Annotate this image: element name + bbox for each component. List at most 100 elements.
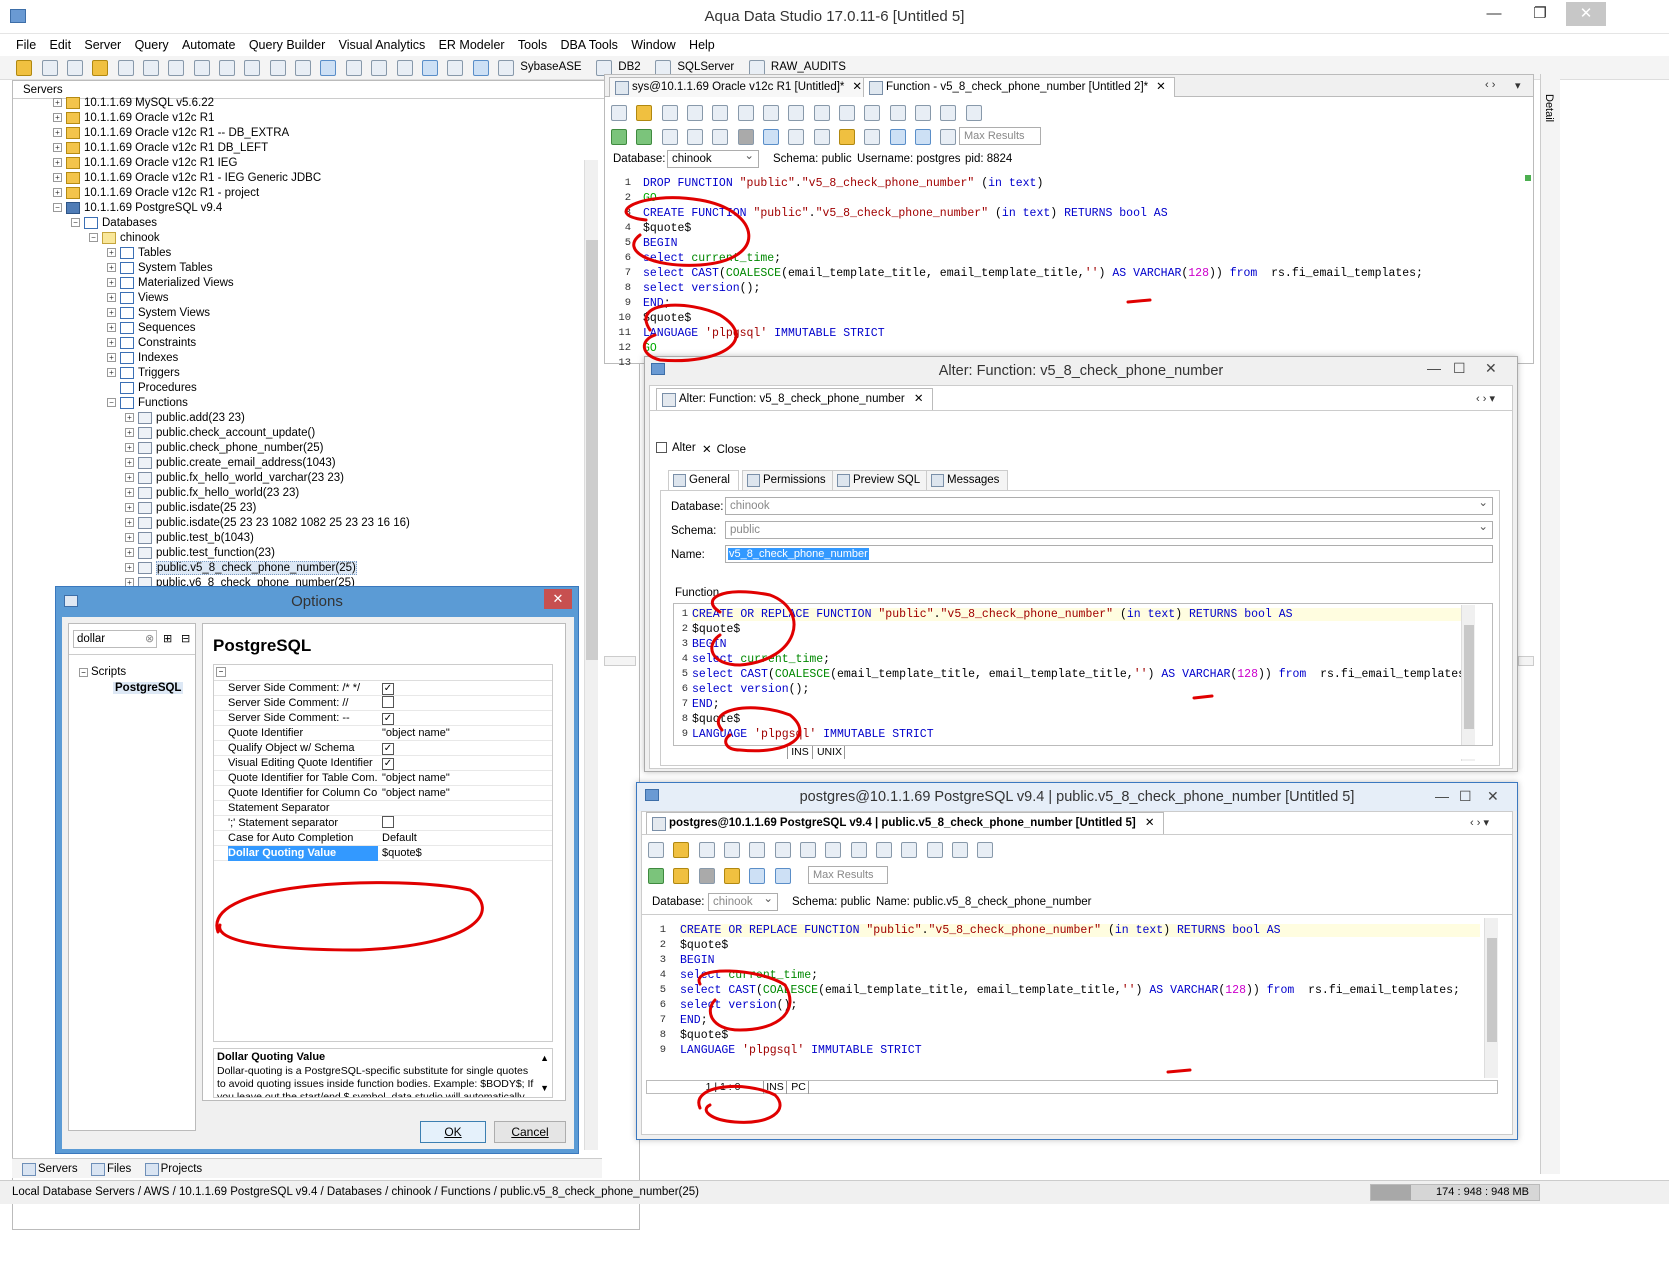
alter-tab-nav-icon[interactable]: ‹ › ▾ — [1476, 392, 1495, 405]
server-sybase-icon[interactable] — [497, 60, 514, 76]
alter-name-input[interactable]: v5_8_check_phone_number — [725, 545, 1493, 563]
expand-toggle-icon[interactable]: + — [107, 248, 116, 258]
options-cancel-button[interactable]: Cancel — [494, 1121, 566, 1143]
pg-open-icon[interactable] — [673, 842, 690, 858]
connect-icon[interactable] — [41, 60, 58, 76]
property-value[interactable]: Default — [382, 831, 417, 846]
execute-edit-icon[interactable] — [687, 129, 704, 145]
code-line[interactable]: BEGIN — [680, 954, 715, 967]
schema-icon[interactable] — [117, 60, 134, 76]
code-line[interactable]: LANGUAGE 'plpgsql' IMMUTABLE STRICT — [692, 728, 934, 741]
menu-tools[interactable]: Tools — [518, 34, 547, 56]
description-scroll-up-icon[interactable]: ▲ — [540, 1053, 549, 1063]
code-line[interactable]: select version(); — [692, 683, 809, 696]
menu-query-builder[interactable]: Query Builder — [249, 34, 325, 56]
expand-toggle-icon[interactable]: + — [107, 323, 116, 333]
menu-window[interactable]: Window — [631, 34, 675, 56]
merge-results-icon[interactable] — [915, 129, 932, 145]
tree-function-item[interactable]: + public.add(23 23) — [125, 411, 245, 426]
results-grid-icon[interactable] — [763, 129, 780, 145]
expand-toggle-icon[interactable]: + — [125, 428, 134, 438]
pg-replace-icon[interactable] — [926, 842, 943, 858]
expand-toggle-icon[interactable]: + — [53, 158, 62, 168]
toolbar-raw-audits[interactable]: RAW_AUDITS — [771, 61, 846, 73]
pg-explain-icon[interactable] — [724, 868, 741, 884]
search-icon[interactable] — [889, 105, 906, 121]
pg-results-text-icon[interactable] — [774, 868, 791, 884]
tree-item[interactable]: + System Tables — [107, 261, 213, 276]
browse-icon[interactable] — [168, 60, 185, 76]
restore-button[interactable]: ❐ — [1520, 2, 1560, 26]
sql-editor[interactable]: 1 DROP FUNCTION "public"."v5_8_check_phon… — [605, 175, 1535, 369]
toolbar-db2[interactable]: DB2 — [618, 61, 640, 73]
tree-function-item[interactable]: + public.test_function(23) — [125, 546, 275, 561]
property-row[interactable]: Quote Identifier for Table Com... "object… — [214, 771, 552, 786]
toolbar-sqlserver[interactable]: SQLServer — [677, 61, 734, 73]
tab-list-icon[interactable]: ▾ — [1515, 79, 1521, 92]
property-value[interactable]: ✓ — [382, 711, 394, 726]
code-line[interactable]: END; — [680, 1014, 708, 1027]
pg-cut-icon[interactable] — [774, 842, 791, 858]
expand-toggle-icon[interactable]: + — [53, 143, 62, 153]
diagram-icon[interactable] — [193, 60, 210, 76]
new-query-icon[interactable] — [16, 60, 33, 76]
clear-search-icon[interactable]: ⊗ — [145, 632, 154, 645]
expand-toggle-icon[interactable]: + — [107, 278, 116, 288]
code-line[interactable]: CREATE OR REPLACE FUNCTION "public"."v5_… — [680, 924, 1480, 937]
tree-function-item[interactable]: + public.check_phone_number(25) — [125, 441, 324, 456]
options-close-button[interactable]: ✕ — [544, 589, 572, 609]
tree-function-item[interactable]: + public.check_account_update() — [125, 426, 315, 441]
pg-results-grid-icon[interactable] — [749, 868, 766, 884]
expand-toggle-icon[interactable]: + — [125, 458, 134, 468]
pg-doc-tab[interactable]: postgres@10.1.1.69 PostgreSQL v9.4 | pub… — [646, 812, 1164, 834]
tab-function-untitled-2[interactable]: Function - v5_8_check_phone_number [Unti… — [863, 77, 1175, 97]
property-checkbox[interactable]: ✓ — [382, 683, 394, 695]
tree-function-item[interactable]: + public.test_b(1043) — [125, 531, 254, 546]
max-results-input[interactable]: Max Results — [959, 127, 1041, 145]
execute-all-icon[interactable] — [611, 129, 627, 145]
alter-editor-scrollbar[interactable] — [1461, 605, 1475, 761]
detail-side-tab[interactable]: Detail — [1543, 94, 1555, 122]
tree-item[interactable]: +10.1.1.69 Oracle v12c R1 - IEG Generic … — [53, 171, 321, 186]
tree-item[interactable]: − 10.1.1.69 PostgreSQL v9.4 — [53, 201, 222, 216]
code-line[interactable]: $quote$ — [680, 939, 728, 952]
execute-script-icon[interactable] — [712, 129, 729, 145]
tree-function-item[interactable]: + public.v5_8_check_phone_number(25) — [125, 561, 357, 576]
property-checkbox[interactable] — [382, 696, 394, 708]
expand-toggle-icon[interactable]: + — [125, 488, 134, 498]
code-line[interactable]: $quote$ — [680, 1029, 728, 1042]
expand-toggle-icon[interactable]: + — [125, 563, 134, 573]
pg-close-button[interactable]: ✕ — [1487, 785, 1499, 807]
pg-minimize-button[interactable]: — — [1435, 785, 1449, 807]
tree-item[interactable]: +10.1.1.69 MySQL v5.6.22 — [53, 96, 214, 111]
replace-icon[interactable] — [915, 105, 932, 121]
code-line[interactable]: CREATE FUNCTION "public"."v5_8_check_pho… — [643, 207, 1168, 220]
paste-icon[interactable] — [813, 105, 830, 121]
description-scroll-down-icon[interactable]: ▼ — [540, 1083, 549, 1093]
pg-print-icon[interactable] — [749, 842, 766, 858]
tree-item[interactable]: +10.1.1.69 Oracle v12c R1 -- DB_EXTRA — [53, 126, 289, 141]
tab-projects[interactable]: Projects — [143, 1159, 202, 1179]
pg-paste-icon[interactable] — [825, 842, 842, 858]
expand-toggle-icon[interactable]: + — [53, 128, 62, 138]
tree-function-item[interactable]: + public.fx_hello_world_varchar(23 23) — [125, 471, 344, 486]
memory-indicator[interactable]: 174 : 948 : 948 MB — [1370, 1184, 1540, 1201]
editor-hscroll-right[interactable] — [1518, 656, 1534, 666]
expand-toggle-icon[interactable]: + — [125, 473, 134, 483]
expand-toggle-icon[interactable]: − — [89, 233, 98, 243]
disconnect-icon[interactable] — [67, 60, 84, 76]
wizard-icon[interactable] — [92, 60, 109, 76]
tree-item[interactable]: + Sequences — [107, 321, 196, 336]
property-row[interactable]: Quote Identifier "object name" — [214, 726, 552, 741]
stop-icon[interactable] — [737, 129, 754, 145]
copy-icon[interactable] — [788, 105, 805, 121]
property-row[interactable]: Server Side Comment: /* */ ✓ — [214, 681, 552, 696]
expand-toggle-icon[interactable]: + — [53, 173, 62, 183]
tree-item[interactable]: +10.1.1.69 Oracle v12c R1 IEG — [53, 156, 237, 171]
tree-item[interactable]: +10.1.1.69 Oracle v12c R1 - project — [53, 186, 259, 201]
pg-max-results-input[interactable]: Max Results — [808, 866, 888, 884]
alter-sql-editor[interactable]: 1 CREATE OR REPLACE FUNCTION "public"."v5… — [673, 603, 1493, 759]
alter-database-select[interactable]: chinook — [725, 495, 1493, 515]
property-row[interactable]: Qualify Object w/ Schema ✓ — [214, 741, 552, 756]
expand-toggle-icon[interactable]: + — [107, 338, 116, 348]
